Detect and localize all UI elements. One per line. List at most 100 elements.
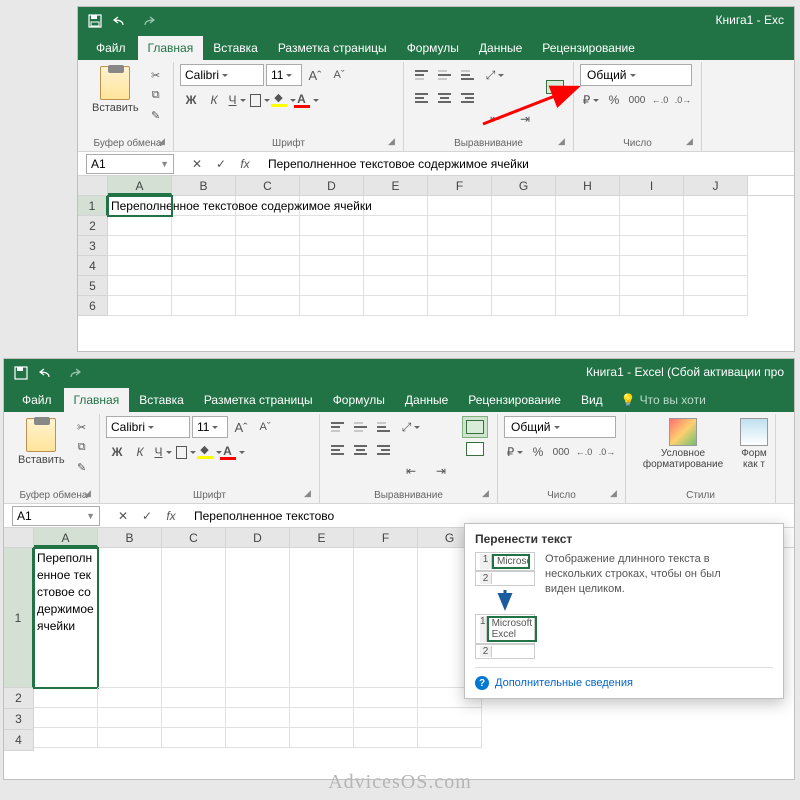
cell[interactable] [108, 216, 172, 236]
format-as-table-button[interactable]: Форм как т [734, 416, 774, 501]
cancel-icon[interactable]: ✕ [186, 153, 208, 175]
decrease-font-icon[interactable]: Aˇ [328, 64, 350, 86]
row-header[interactable]: 2 [4, 688, 34, 709]
column-header[interactable]: D [226, 528, 290, 547]
decrease-indent-icon[interactable]: ⇤ [400, 460, 422, 482]
dialog-launcher-icon[interactable]: ◢ [482, 488, 494, 500]
increase-indent-icon[interactable]: ⇥ [430, 460, 452, 482]
cell[interactable] [428, 256, 492, 276]
cell[interactable] [620, 296, 684, 316]
tab-data[interactable]: Данные [395, 388, 458, 412]
cell[interactable] [226, 728, 290, 748]
column-header[interactable]: J [684, 176, 748, 195]
dialog-launcher-icon[interactable]: ◢ [558, 136, 570, 148]
bold-button[interactable]: Ж [106, 441, 128, 463]
cell[interactable] [620, 256, 684, 276]
cell[interactable] [172, 276, 236, 296]
formula-input[interactable]: Переполненное текстовое содержимое ячейк… [262, 157, 794, 171]
cell[interactable] [98, 728, 162, 748]
align-center-icon[interactable] [433, 87, 455, 109]
italic-button[interactable]: К [203, 89, 225, 111]
copy-icon[interactable]: ⧉ [73, 438, 91, 456]
column-header[interactable]: E [290, 528, 354, 547]
cell[interactable] [684, 216, 748, 236]
increase-decimal-icon[interactable]: ←.0 [573, 441, 595, 463]
tab-layout[interactable]: Разметка страницы [194, 388, 323, 412]
align-top-icon[interactable] [410, 64, 432, 86]
cell[interactable] [556, 296, 620, 316]
align-right-icon[interactable] [372, 439, 394, 461]
tab-insert[interactable]: Вставка [203, 36, 268, 60]
number-format-select[interactable]: Общий [580, 64, 692, 86]
cell[interactable] [300, 256, 364, 276]
font-color-button[interactable]: A [221, 441, 243, 463]
align-bottom-icon[interactable] [372, 416, 394, 438]
redo-icon[interactable] [136, 10, 158, 32]
font-name-select[interactable]: Calibri [106, 416, 190, 438]
cell[interactable] [236, 276, 300, 296]
row-header[interactable]: 6 [78, 296, 108, 316]
tooltip-more-info-link[interactable]: Дополнительные сведения [475, 676, 773, 690]
align-bottom-icon[interactable] [456, 64, 478, 86]
comma-icon[interactable]: 000 [626, 89, 648, 111]
font-name-select[interactable]: Calibri [180, 64, 264, 86]
cell[interactable] [354, 728, 418, 748]
tab-layout[interactable]: Разметка страницы [268, 36, 397, 60]
orientation-icon[interactable]: ⤢ [484, 64, 506, 86]
cancel-icon[interactable]: ✕ [112, 505, 134, 527]
cell[interactable] [108, 276, 172, 296]
row-header[interactable]: 4 [78, 256, 108, 276]
dialog-launcher-icon[interactable]: ◢ [158, 136, 170, 148]
cell[interactable] [364, 196, 428, 216]
row-header[interactable]: 1 [4, 548, 34, 688]
tab-review[interactable]: Рецензирование [532, 36, 645, 60]
cell[interactable] [236, 216, 300, 236]
save-icon[interactable] [10, 362, 32, 384]
comma-icon[interactable]: 000 [550, 441, 572, 463]
cell-a1-wrapped[interactable]: Переполненное текстовое содержимое ячейк… [34, 548, 98, 688]
cell[interactable] [34, 688, 98, 708]
tab-formulas[interactable]: Формулы [323, 388, 395, 412]
cell[interactable] [354, 548, 418, 688]
underline-button[interactable]: Ч [152, 441, 174, 463]
borders-button[interactable] [175, 441, 197, 463]
currency-icon[interactable]: ₽ [504, 441, 526, 463]
column-header[interactable]: F [354, 528, 418, 547]
cell[interactable] [428, 296, 492, 316]
formula-input[interactable]: Переполненное текстово [188, 509, 794, 523]
row-header[interactable]: 3 [78, 236, 108, 256]
tab-file[interactable]: Файл [10, 388, 64, 412]
orientation-icon[interactable]: ⤢ [400, 416, 422, 438]
row-header[interactable]: 2 [78, 216, 108, 236]
cut-icon[interactable]: ✂ [147, 66, 165, 84]
cell[interactable] [98, 548, 162, 688]
cell[interactable] [620, 276, 684, 296]
underline-button[interactable]: Ч [226, 89, 248, 111]
percent-icon[interactable]: % [603, 89, 625, 111]
cell[interactable] [300, 296, 364, 316]
paste-button[interactable]: Вставить [88, 64, 143, 124]
cell[interactable] [364, 236, 428, 256]
decrease-decimal-icon[interactable]: .0→ [596, 441, 618, 463]
align-left-icon[interactable] [410, 87, 432, 109]
decrease-indent-icon[interactable]: ⇤ [484, 108, 506, 130]
decrease-decimal-icon[interactable]: .0→ [672, 89, 694, 111]
increase-indent-icon[interactable]: ⇥ [514, 108, 536, 130]
row-header[interactable]: 4 [4, 730, 34, 751]
cell[interactable] [492, 256, 556, 276]
cell-a1[interactable]: Переполненное текстовое содержимое ячейк… [108, 196, 172, 216]
cell[interactable] [418, 728, 482, 748]
tab-view[interactable]: Вид [571, 388, 613, 412]
row-header[interactable]: 5 [78, 276, 108, 296]
row-header[interactable]: 1 [78, 196, 108, 216]
column-header[interactable]: D [300, 176, 364, 195]
cell[interactable] [684, 196, 748, 216]
cell[interactable] [290, 548, 354, 688]
name-box[interactable]: A1▼ [12, 506, 100, 526]
row-header[interactable]: 3 [4, 709, 34, 730]
cell[interactable] [620, 196, 684, 216]
align-center-icon[interactable] [349, 439, 371, 461]
cell[interactable] [364, 256, 428, 276]
align-right-icon[interactable] [456, 87, 478, 109]
cell[interactable] [428, 216, 492, 236]
